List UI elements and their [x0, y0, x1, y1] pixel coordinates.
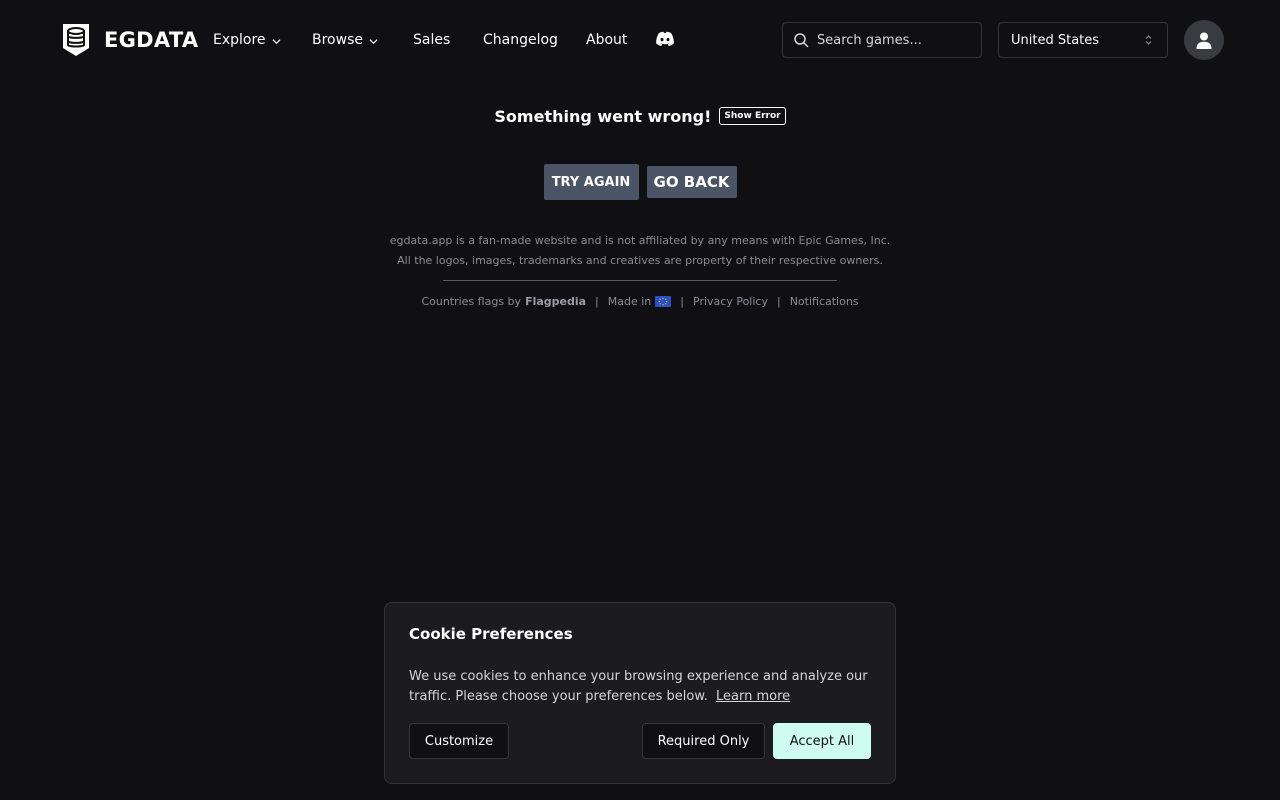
made-in-text: Made in [607, 294, 652, 308]
country-select[interactable]: United States [998, 22, 1168, 58]
footer-divider [443, 280, 837, 281]
search-input[interactable] [817, 32, 967, 48]
flagpedia-link[interactable]: Flagpedia [525, 295, 586, 308]
customize-button[interactable]: Customize [409, 723, 509, 759]
try-again-button[interactable]: TRY AGAIN [543, 164, 639, 200]
disclaimer-line-1: egdata.app is a fan-made website and is … [389, 234, 891, 247]
discord-icon[interactable] [655, 31, 675, 47]
error-heading-row: Something went wrong! Show Error [0, 104, 1280, 128]
nav-browse-label: Browse [312, 32, 363, 48]
cookie-dialog-text: We use cookies to enhance your browsing … [409, 667, 869, 707]
nav-sales[interactable]: Sales [413, 29, 450, 51]
top-navigation: EGDATA Explore Browse Sales Changelog Ab… [0, 0, 1280, 80]
disclaimer-line-2: All the logos, images, trademarks and cr… [397, 254, 883, 267]
chevron-down-icon [272, 38, 281, 44]
nav-explore-label: Explore [213, 32, 266, 48]
accept-all-button[interactable]: Accept All [773, 723, 871, 759]
privacy-policy-link[interactable]: Privacy Policy [693, 295, 768, 308]
cookie-preferences-dialog: Cookie Preferences We use cookies to enh… [384, 602, 896, 784]
footer-separator: | [595, 294, 599, 308]
country-select-value: United States [1011, 32, 1100, 48]
footer-links: Countries flags by Flagpedia | Made in |… [0, 293, 1280, 309]
error-actions: TRY AGAIN GO BACK [0, 164, 1280, 200]
cookie-description: We use cookies to enhance your browsing … [409, 669, 868, 704]
flags-credit-prefix: Countries flags by [421, 294, 522, 308]
learn-more-link[interactable]: Learn more [716, 689, 790, 704]
database-logo-icon [63, 24, 89, 56]
go-back-button[interactable]: GO BACK [646, 166, 737, 198]
search-box[interactable] [782, 22, 982, 58]
user-icon [1196, 32, 1212, 49]
brand-name: EGDATA [104, 28, 199, 52]
cookie-dialog-title: Cookie Preferences [409, 625, 573, 643]
nav-browse[interactable]: Browse [312, 29, 378, 51]
footer-separator: | [680, 294, 684, 308]
eu-flag-icon [655, 295, 672, 307]
required-only-button[interactable]: Required Only [642, 723, 765, 759]
user-avatar-button[interactable] [1184, 20, 1224, 60]
error-title: Something went wrong! [494, 106, 712, 126]
search-icon [794, 33, 809, 48]
home-logo-link[interactable]: EGDATA [60, 22, 198, 58]
nav-explore[interactable]: Explore [213, 29, 281, 51]
nav-changelog[interactable]: Changelog [483, 29, 558, 51]
nav-about[interactable]: About [586, 29, 627, 51]
chevron-up-down-icon [1145, 35, 1152, 45]
show-error-button[interactable]: Show Error [719, 107, 786, 125]
footer-separator: | [776, 294, 781, 308]
notifications-link[interactable]: Notifications [790, 295, 859, 308]
chevron-down-icon [369, 38, 378, 44]
footer-disclaimer: egdata.app is a fan-made website and is … [0, 231, 1280, 271]
